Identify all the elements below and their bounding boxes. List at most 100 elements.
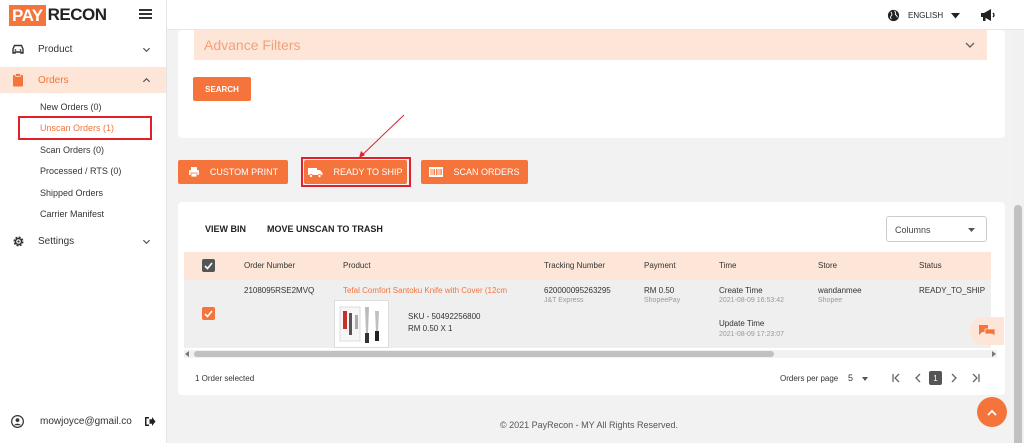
filter-card: Advance Filters SEARCH (178, 30, 1005, 138)
columns-select-value: Columns (895, 225, 931, 235)
sidebar-item-label: Settings (38, 235, 75, 247)
sidebar-sub-scan-orders[interactable]: Scan Orders (0) (40, 145, 104, 155)
search-button[interactable]: SEARCH (193, 77, 251, 101)
store-platform: Shopee (818, 297, 843, 304)
row-checkbox[interactable] (202, 307, 215, 320)
custom-print-label: CUSTOM PRINT (209, 167, 279, 177)
sidebar-sub-new-orders[interactable]: New Orders (0) (40, 102, 102, 112)
gear-icon (11, 234, 25, 248)
app-root: PAY RECON Product Orders New Orders (0) … (0, 0, 1024, 443)
payment-method: ShopeePay (644, 297, 681, 304)
orders-table-card: VIEW BIN MOVE UNSCAN TO TRASH Columns Or… (178, 202, 1005, 395)
per-page-label: Orders per page (780, 374, 839, 383)
top-bar: ENGLISH (167, 0, 1024, 30)
scan-orders-label: SCAN ORDERS (453, 167, 520, 177)
custom-print-button[interactable]: CUSTOM PRINT (178, 160, 288, 184)
chevron-up-icon (142, 77, 151, 82)
column-header-tracking-number[interactable]: Tracking Number (544, 261, 605, 270)
horizontal-scrollbar-thumb[interactable] (194, 351, 774, 357)
carrier-name: J&T Express (544, 297, 584, 304)
sidebar-item-settings[interactable]: Settings (0, 228, 166, 254)
column-header-store[interactable]: Store (818, 261, 837, 270)
caret-down-icon (862, 377, 868, 381)
next-page-icon[interactable] (949, 373, 959, 383)
product-thumbnail (334, 300, 389, 348)
car-icon (11, 42, 25, 56)
product-sku: SKU - 50492256800 (408, 312, 481, 321)
sidebar-item-label: Product (38, 43, 73, 55)
chevron-down-icon (142, 239, 151, 244)
language-selector[interactable]: ENGLISH (887, 9, 961, 22)
per-page-value: 5 (848, 373, 854, 383)
prev-page-icon[interactable] (913, 373, 923, 383)
columns-select[interactable]: Columns (886, 216, 987, 242)
column-header-order-number[interactable]: Order Number (244, 261, 295, 270)
caret-down-icon (951, 12, 961, 18)
scan-orders-button[interactable]: SCAN ORDERS (421, 160, 528, 184)
current-page-button[interactable]: 1 (929, 371, 942, 385)
scroll-right-icon[interactable] (991, 351, 996, 357)
brand-logo-pay: PAY (9, 4, 46, 26)
brand-logo-recon: RECON (47, 5, 107, 24)
brand-logo[interactable]: PAY RECON (9, 4, 107, 26)
sidebar-sub-shipped-orders[interactable]: Shipped Orders (40, 188, 103, 198)
update-time-value: 2021-08-09 17:23:07 (719, 331, 784, 338)
product-name-link[interactable]: Tefal Comfort Santoku Knife with Cover (… (343, 286, 525, 295)
highlight-box-ready-to-ship (301, 157, 411, 187)
advance-filters-label: Advance Filters (204, 37, 301, 53)
chevron-up-icon (987, 409, 997, 416)
tracking-number-cell: 620000095263295 (544, 286, 611, 295)
horizontal-scrollbar[interactable] (184, 350, 997, 358)
clipboard-icon (11, 73, 25, 87)
column-header-product[interactable]: Product (343, 261, 371, 270)
user-account: mowjoyce@gmail.co (0, 410, 166, 434)
product-price-qty: RM 0.50 X 1 (408, 324, 453, 333)
annotation-arrow (358, 114, 405, 159)
megaphone-icon[interactable] (980, 8, 996, 22)
last-page-icon[interactable] (971, 373, 981, 383)
first-page-icon[interactable] (891, 373, 901, 383)
knife-product-image (339, 306, 379, 343)
move-unscan-trash-link[interactable]: MOVE UNSCAN TO TRASH (267, 224, 383, 234)
select-all-checkbox[interactable] (202, 259, 215, 272)
advance-filters-toggle[interactable]: Advance Filters (194, 30, 987, 60)
highlight-box-unscan (18, 116, 152, 140)
status-cell: READY_TO_SHIP (919, 286, 986, 295)
chevron-down-icon (142, 47, 151, 52)
user-email: mowjoyce@gmail.co (40, 416, 132, 427)
sidebar-item-label: Orders (38, 74, 69, 86)
page-scrollbar[interactable] (1012, 30, 1024, 443)
logout-icon[interactable] (144, 416, 156, 427)
printer-icon (188, 167, 199, 178)
page-scrollbar-thumb[interactable] (1014, 205, 1022, 443)
caret-down-icon (968, 228, 975, 232)
barcode-icon (429, 167, 444, 177)
create-time-value: 2021-08-09 16:53:42 (719, 297, 784, 304)
store-name: wandanmee (818, 286, 862, 295)
chevron-down-icon (965, 42, 975, 48)
selection-count: 1 Order selected (195, 374, 255, 383)
hamburger-menu-icon[interactable] (139, 9, 152, 19)
chat-bubbles-icon (979, 325, 996, 337)
check-icon (204, 261, 213, 270)
view-bin-link[interactable]: VIEW BIN (205, 224, 246, 234)
footer-copyright: © 2021 PayRecon - MY All Rights Reserved… (500, 420, 679, 430)
order-number-cell[interactable]: 2108095RSE2MVQ (244, 286, 314, 295)
update-time-label: Update Time (719, 319, 765, 328)
sidebar-item-product[interactable]: Product (0, 36, 166, 62)
sidebar: PAY RECON Product Orders New Orders (0) … (0, 0, 167, 443)
scroll-left-icon[interactable] (185, 351, 190, 357)
user-avatar-icon (11, 415, 24, 428)
column-header-time[interactable]: Time (719, 261, 736, 270)
payment-amount: RM 0.50 (644, 286, 675, 295)
column-header-payment[interactable]: Payment (644, 261, 676, 270)
scroll-to-top-button[interactable] (977, 397, 1007, 427)
sidebar-sub-processed-rts[interactable]: Processed / RTS (0) (40, 166, 121, 176)
chat-launcher[interactable] (970, 317, 1004, 345)
sidebar-item-orders[interactable]: Orders (0, 67, 166, 93)
per-page-select[interactable]: 5 (848, 371, 872, 385)
globe-icon (887, 9, 900, 22)
sidebar-sub-carrier-manifest[interactable]: Carrier Manifest (40, 209, 104, 219)
column-header-status[interactable]: Status (919, 261, 942, 270)
language-label: ENGLISH (908, 11, 944, 20)
